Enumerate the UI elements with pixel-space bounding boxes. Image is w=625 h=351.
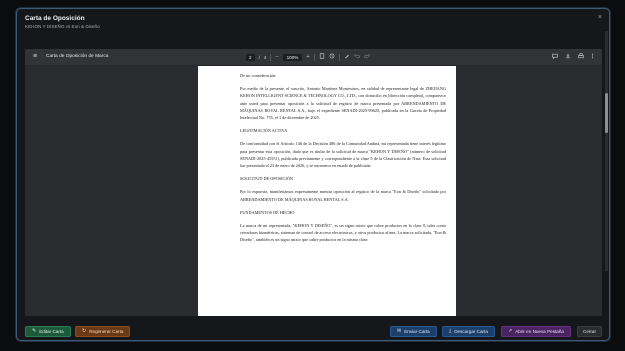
send-letter-button[interactable]: ✉ Enviar Carta: [390, 326, 437, 337]
page-number-input[interactable]: 2: [246, 54, 255, 61]
page-separator: /: [258, 55, 260, 60]
regenerate-letter-label: Regenerar Carta: [89, 329, 124, 334]
download-icon: ⤓: [449, 328, 452, 334]
paragraph: La marca de mi representada, "KEHON Y DI…: [240, 223, 446, 243]
scrollbar-thumb[interactable]: [605, 93, 608, 133]
edit-letter-label: Editar Carta: [39, 329, 64, 334]
zoom-in-icon[interactable]: +: [306, 54, 309, 61]
download-letter-button[interactable]: ⤓ Descargar Carta: [442, 326, 495, 337]
section-heading: LEGITIMACIÓN ACTIVA: [240, 128, 288, 134]
letter-modal: Carta de Oposición KEHON Y DISEÑO vs Eon…: [16, 8, 610, 341]
draw-icon[interactable]: [344, 53, 350, 62]
open-new-tab-button[interactable]: ↗ Abrir en Nueva Pestaña: [501, 326, 571, 337]
mail-icon: ✉: [397, 328, 402, 334]
zoom-out-icon[interactable]: −: [275, 54, 278, 61]
pdf-toolbar: ≡ Carta de Oposición de Marca 2 / 4 − 10…: [25, 49, 602, 66]
modal-footer: ✎ Editar Carta ↻ Regenerar Carta ✉ Envia…: [17, 322, 611, 342]
paragraph: Por lo expuesto, manifestamos expresamen…: [240, 189, 446, 202]
history-icon[interactable]: [329, 53, 335, 62]
divider: [313, 54, 315, 61]
modal-subtitle: KEHON Y DISEÑO vs Eon & Diseño: [25, 24, 100, 29]
download-icon[interactable]: [565, 53, 571, 61]
close-icon[interactable]: ×: [598, 14, 602, 21]
print-icon[interactable]: [578, 53, 584, 61]
modal-title: Carta de Oposición: [25, 15, 85, 22]
section-heading: SOLICITUD DE OPOSICIÓN: [240, 176, 293, 182]
zoom-level[interactable]: 100%: [282, 54, 303, 61]
page-total: 4: [263, 55, 267, 60]
paragraph: Por medio de la presente, el suscrito, A…: [240, 86, 446, 121]
redo-icon[interactable]: [363, 53, 370, 62]
page-controls: 2 / 4 − 100% +: [246, 53, 370, 63]
regenerate-letter-button[interactable]: ↻ Regenerar Carta: [75, 326, 131, 337]
close-label: Cerrar: [583, 329, 597, 334]
pdf-viewer: ≡ Carta de Oposición de Marca 2 / 4 − 10…: [25, 49, 602, 316]
paragraph: De conformidad con el Artículo 146 de la…: [240, 141, 446, 169]
menu-icon[interactable]: ≡: [33, 53, 37, 60]
send-letter-label: Enviar Carta: [404, 329, 430, 334]
section-heading: FUNDAMENTOS DE HECHO: [240, 209, 295, 215]
divider: [338, 54, 340, 61]
paragraph: De mi consideración:: [240, 73, 277, 78]
open-new-tab-label: Abrir en Nueva Pestaña: [515, 329, 564, 334]
more-icon[interactable]: [591, 53, 594, 61]
external-link-icon: ↗: [508, 328, 513, 334]
fit-page-icon[interactable]: [319, 53, 325, 62]
divider: [270, 54, 272, 61]
comment-icon[interactable]: [552, 53, 558, 61]
document-area[interactable]: De mi consideración: Por medio de la pre…: [25, 66, 602, 316]
refresh-icon: ↻: [82, 328, 87, 334]
undo-icon[interactable]: [353, 53, 360, 62]
edit-letter-button[interactable]: ✎ Editar Carta: [25, 326, 71, 337]
pencil-icon: ✎: [32, 328, 37, 334]
modal-scrollbar[interactable]: [605, 31, 608, 271]
toolbar-right: [552, 53, 594, 61]
close-button[interactable]: Cerrar: [577, 326, 603, 337]
download-letter-label: Descargar Carta: [454, 329, 488, 334]
document-title: Carta de Oposición de Marca: [46, 54, 109, 59]
document-page: De mi consideración: Por medio de la pre…: [198, 66, 456, 316]
